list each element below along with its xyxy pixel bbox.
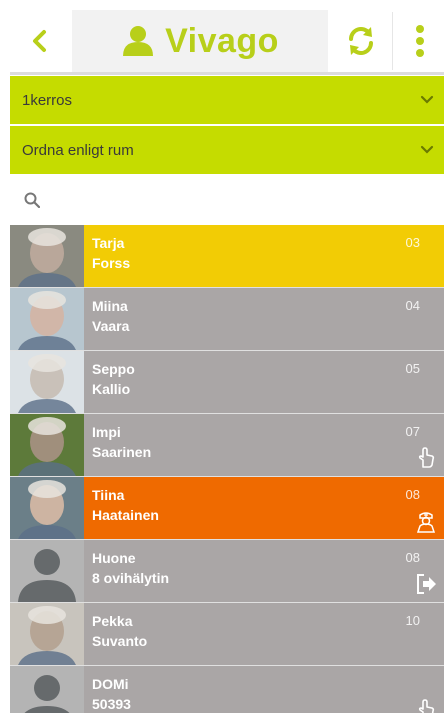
resident-last-name: 50393 xyxy=(92,696,131,712)
more-menu-button[interactable] xyxy=(396,10,444,72)
floor-select-value: 1kerros xyxy=(22,91,73,109)
resident-first-name: Tarja xyxy=(92,235,125,251)
floor-select[interactable]: 1kerros xyxy=(10,76,444,124)
room-number: 04 xyxy=(405,298,420,313)
resident-last-name: Saarinen xyxy=(92,444,152,460)
resident-row[interactable]: DOMi 50393 xyxy=(10,666,444,713)
room-number: 08 xyxy=(405,550,420,565)
back-button[interactable] xyxy=(10,10,70,72)
resident-info: Tarja Forss 03 xyxy=(84,225,444,287)
resident-row[interactable]: Tiina Haatainen 08 xyxy=(10,477,444,539)
room-number: 05 xyxy=(405,361,420,376)
resident-first-name: Tiina xyxy=(92,487,125,503)
resident-info: Miina Vaara 04 xyxy=(84,288,444,350)
resident-info: Tiina Haatainen 08 xyxy=(84,477,444,539)
resident-row[interactable]: Pekka Suvanto 10 xyxy=(10,603,444,665)
resident-info: DOMi 50393 xyxy=(84,666,444,713)
resident-first-name: DOMi xyxy=(92,676,129,692)
sort-select[interactable]: Ordna enligt rum xyxy=(10,126,444,174)
resident-last-name: Suvanto xyxy=(92,633,148,649)
resident-info: Seppo Kallio 05 xyxy=(84,351,444,413)
search-field[interactable] xyxy=(10,176,444,224)
resident-last-name: Forss xyxy=(92,255,131,271)
resident-row[interactable]: Huone 8 ovihälytin 08 xyxy=(10,540,444,602)
resident-first-name: Impi xyxy=(92,424,121,440)
resident-row[interactable]: Tarja Forss 03 xyxy=(10,225,444,287)
room-number: 08 xyxy=(405,487,420,502)
resident-first-name: Huone xyxy=(92,550,136,566)
resident-first-name: Pekka xyxy=(92,613,133,629)
brand-header: Vivago xyxy=(72,10,328,72)
nurse-icon xyxy=(414,509,438,533)
chevron-left-icon xyxy=(33,30,46,52)
resident-avatar xyxy=(10,540,84,602)
brand-name: Vivago xyxy=(165,21,279,60)
hand-pointer-icon xyxy=(414,698,438,713)
search-icon xyxy=(24,192,40,208)
resident-avatar xyxy=(10,225,84,287)
top-bar: Vivago xyxy=(0,0,444,75)
resident-row[interactable]: Seppo Kallio 05 xyxy=(10,351,444,413)
hand-pointer-icon xyxy=(414,446,438,470)
resident-avatar xyxy=(10,603,84,665)
room-number: 03 xyxy=(405,235,420,250)
resident-info: Impi Saarinen 07 xyxy=(84,414,444,476)
resident-list: Tarja Forss 03 Miina Vaara 04 Seppo Kallio 05 Imp… xyxy=(10,225,444,713)
resident-avatar xyxy=(10,288,84,350)
resident-first-name: Seppo xyxy=(92,361,135,377)
resident-first-name: Miina xyxy=(92,298,128,314)
room-number: 10 xyxy=(405,613,420,628)
resident-row[interactable]: Impi Saarinen 07 xyxy=(10,414,444,476)
person-icon xyxy=(123,26,154,56)
toolbar-divider xyxy=(392,12,393,70)
resident-last-name: 8 ovihälytin xyxy=(92,570,170,586)
sort-select-value: Ordna enligt rum xyxy=(22,141,134,159)
resident-avatar xyxy=(10,414,84,476)
resident-info: Huone 8 ovihälytin 08 xyxy=(84,540,444,602)
resident-row[interactable]: Miina Vaara 04 xyxy=(10,288,444,350)
resident-last-name: Kallio xyxy=(92,381,131,397)
resident-last-name: Haatainen xyxy=(92,507,159,523)
refresh-icon xyxy=(349,27,373,55)
resident-avatar xyxy=(10,477,84,539)
resident-last-name: Vaara xyxy=(92,318,130,334)
more-vertical-icon xyxy=(416,25,424,57)
room-number: 07 xyxy=(405,424,420,439)
chevron-down-icon xyxy=(420,145,434,154)
chevron-down-icon xyxy=(420,95,434,104)
refresh-button[interactable] xyxy=(330,10,392,72)
header-shadow xyxy=(10,72,444,75)
resident-avatar xyxy=(10,351,84,413)
exit-icon xyxy=(414,572,438,596)
resident-info: Pekka Suvanto 10 xyxy=(84,603,444,665)
resident-avatar xyxy=(10,666,84,713)
